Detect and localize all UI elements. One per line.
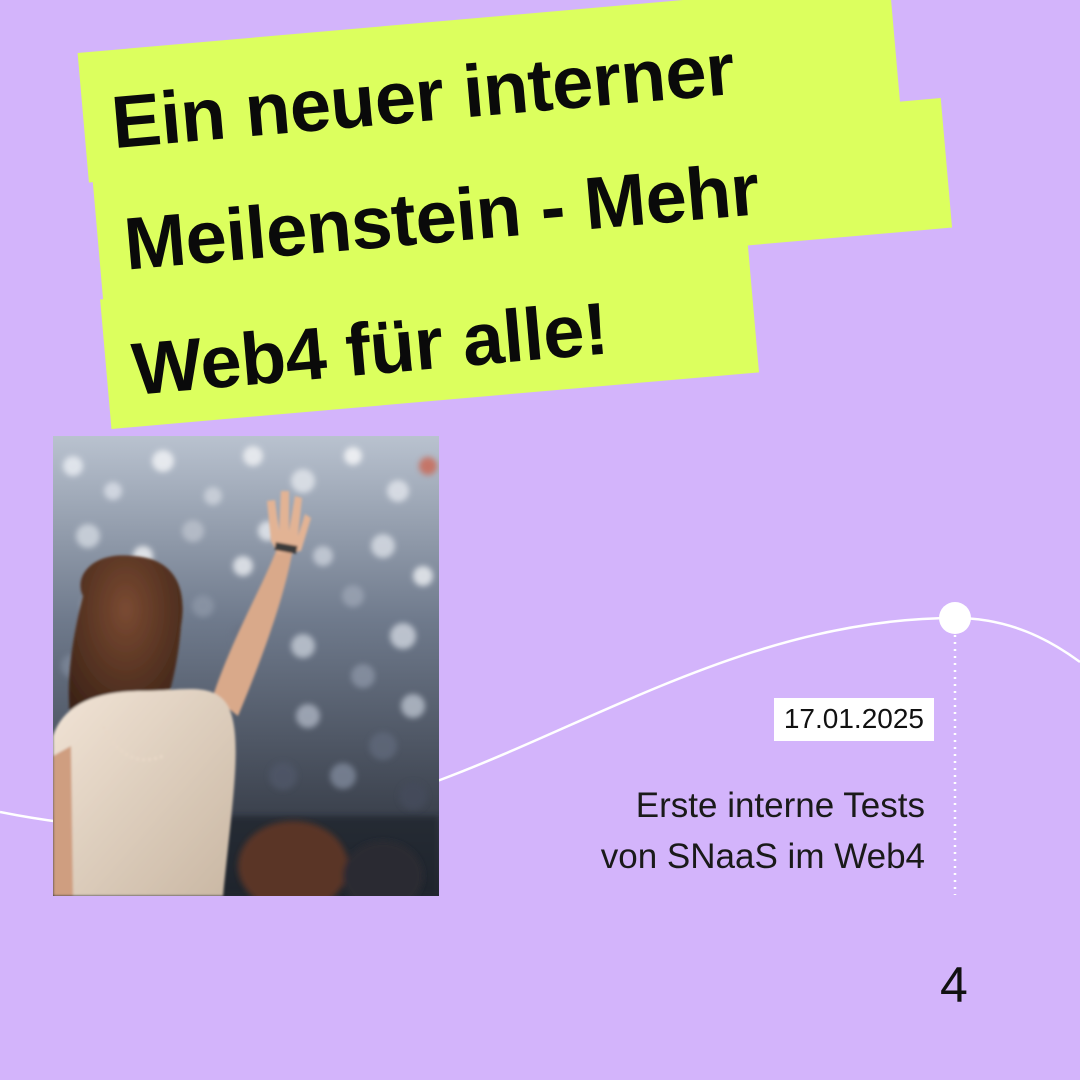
event-date-badge: 17.01.2025 [773,698,934,741]
event-description: Erste interne Tests von SNaaS im Web4 [505,780,925,882]
page-number: 4 [940,957,968,1013]
event-description-line-1: Erste interne Tests [635,786,925,825]
slide-canvas: Ein neuer interner Meilenstein - Mehr We… [0,0,1080,1080]
circle-marker-icon [939,602,971,634]
concert-crowd-photo [53,436,439,896]
event-description-line-2: von SNaaS im Web4 [600,837,925,876]
